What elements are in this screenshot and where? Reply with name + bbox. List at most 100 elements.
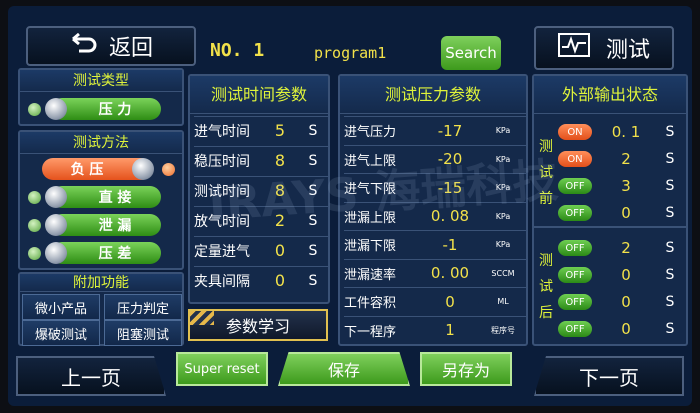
output-row: OFF 2 S — [558, 236, 686, 260]
pressure-param-row: 工件容积 0 ML — [344, 287, 526, 315]
pressure-param-value[interactable]: 0 — [416, 293, 484, 311]
pressure-param-label: 进气下限 — [344, 182, 397, 197]
time-params-title: 测试时间参数 — [190, 76, 328, 114]
time-param-value[interactable]: 8 — [258, 181, 302, 200]
output-state-toggle[interactable]: OFF — [558, 178, 592, 194]
return-arrow-icon — [69, 32, 97, 59]
pressure-param-value[interactable]: 1 — [416, 321, 484, 339]
pressure-param-label: 进气上限 — [344, 153, 397, 169]
time-param-value[interactable]: 0 — [258, 271, 302, 290]
method-option-differential[interactable]: 压 差 — [45, 242, 161, 264]
pressure-param-value[interactable]: -20 — [416, 150, 484, 168]
test-method-panel: 测试方法 负 压 直 接 泄 漏 压 差 — [18, 130, 184, 270]
waveform-icon — [557, 33, 590, 63]
output-row: OFF 0 S — [558, 290, 686, 314]
output-row: OFF 0 S — [558, 263, 686, 287]
output-state-toggle[interactable]: ON — [558, 124, 592, 140]
pressure-param-unit: KPa — [495, 211, 511, 221]
output-value[interactable]: 0 — [596, 266, 656, 284]
pressure-param-row: 进气上限 -20 KPa — [344, 144, 526, 173]
test-button[interactable]: 测试 — [534, 26, 674, 70]
pressure-param-unit: KPa — [495, 183, 511, 192]
micro-product-button[interactable]: 微小产品 — [22, 294, 100, 320]
program-name[interactable]: program1 — [314, 44, 386, 62]
next-page-button[interactable]: 下一页 — [534, 356, 684, 396]
time-param-value[interactable]: 5 — [258, 121, 302, 140]
output-state-toggle[interactable]: OFF — [558, 267, 592, 283]
output-unit: S — [665, 240, 675, 256]
switch-knob-icon — [45, 214, 67, 236]
method-label: 压 差 — [98, 246, 132, 262]
burst-test-button[interactable]: 爆破测试 — [22, 320, 100, 346]
time-param-value[interactable]: 2 — [258, 211, 302, 230]
output-unit: S — [665, 151, 675, 167]
save-as-button[interactable]: 另存为 — [420, 352, 512, 386]
search-button[interactable]: Search — [441, 36, 501, 70]
pressure-param-row: 泄漏下限 -1 KPa — [344, 230, 526, 258]
pressure-param-unit: KPa — [495, 154, 511, 164]
block-test-button[interactable]: 阻塞测试 — [104, 320, 182, 346]
method-option-direct[interactable]: 直 接 — [45, 186, 161, 208]
pressure-param-label: 工件容积 — [344, 296, 397, 311]
test-type-title: 测试类型 — [20, 70, 182, 92]
time-param-label: 进气时间 — [194, 123, 250, 140]
output-value[interactable]: 0 — [596, 293, 656, 311]
output-value[interactable]: 2 — [596, 239, 656, 257]
pressure-param-value[interactable]: -17 — [416, 122, 484, 140]
test-label: 测试 — [605, 38, 650, 63]
pressure-param-value[interactable]: -1 — [416, 236, 484, 254]
time-param-value[interactable]: 0 — [258, 241, 302, 260]
back-button[interactable]: 返回 — [26, 26, 196, 66]
pressure-judge-button[interactable]: 压力判定 — [104, 294, 182, 320]
output-status-panel: 外部输出状态 测试前 测试后 ON 0. 1 S ON 2 S OFF 3 S OFF 0 S OFF 2… — [532, 74, 688, 346]
pressure-param-value[interactable]: -15 — [416, 179, 484, 197]
output-value[interactable]: 3 — [596, 177, 656, 195]
output-unit: S — [665, 267, 675, 283]
time-param-value[interactable]: 8 — [258, 151, 302, 170]
time-param-label: 稳压时间 — [194, 153, 250, 170]
method-option-negative[interactable]: 负 压 — [42, 158, 154, 180]
prev-page-button[interactable]: 上一页 — [16, 356, 166, 396]
output-state-toggle[interactable]: ON — [558, 151, 592, 167]
output-state-toggle[interactable]: OFF — [558, 205, 592, 221]
method-option-leak[interactable]: 泄 漏 — [45, 214, 161, 236]
method-label: 负 压 — [70, 162, 104, 178]
output-value[interactable]: 2 — [596, 150, 656, 168]
output-state-toggle[interactable]: OFF — [558, 240, 592, 256]
method-indicator — [28, 190, 41, 204]
output-row: ON 0. 1 S — [558, 120, 686, 144]
time-param-row: 定量进气 0 S — [194, 236, 328, 264]
extra-functions-panel: 附加功能 微小产品 压力判定 爆破测试 阻塞测试 — [18, 272, 184, 346]
output-value[interactable]: 0. 1 — [596, 123, 656, 141]
time-param-label: 放气时间 — [194, 213, 250, 230]
output-state-toggle[interactable]: OFF — [558, 294, 592, 310]
pressure-param-value[interactable]: 0. 00 — [416, 264, 484, 282]
output-unit: S — [665, 178, 675, 194]
save-button[interactable]: 保存 — [278, 352, 410, 386]
pressure-param-row: 进气下限 -15 KPa — [344, 173, 526, 201]
output-state-toggle[interactable]: OFF — [558, 321, 592, 337]
method-indicator — [28, 218, 41, 232]
super-reset-button[interactable]: Super reset — [176, 352, 268, 386]
after-test-label: 测试后 — [539, 253, 553, 321]
output-value[interactable]: 0 — [596, 204, 656, 222]
extra-functions-title: 附加功能 — [20, 274, 182, 292]
pressure-param-label: 泄漏速率 — [344, 267, 397, 283]
test-type-panel: 测试类型 压 力 — [18, 68, 184, 126]
output-row: OFF 0 S — [558, 317, 686, 341]
learn-stripe-decoration — [190, 311, 214, 325]
time-param-row: 测试时间 8 S — [194, 176, 328, 204]
output-value[interactable]: 0 — [596, 320, 656, 338]
time-param-unit: S — [308, 242, 318, 259]
time-param-unit: S — [308, 182, 318, 199]
pressure-param-unit: KPa — [495, 126, 511, 135]
pressure-param-unit: ML — [497, 297, 509, 306]
time-param-unit: S — [308, 152, 318, 169]
pressure-param-label: 泄漏上限 — [344, 210, 397, 226]
time-param-row: 稳压时间 8 S — [194, 146, 328, 174]
pressure-param-label: 泄漏下限 — [344, 239, 397, 254]
test-type-pressure-option[interactable]: 压 力 — [45, 98, 161, 120]
pressure-param-label: 进气压力 — [344, 125, 397, 140]
time-param-row: 进气时间 5 S — [194, 116, 328, 144]
pressure-param-value[interactable]: 0. 08 — [416, 207, 484, 225]
